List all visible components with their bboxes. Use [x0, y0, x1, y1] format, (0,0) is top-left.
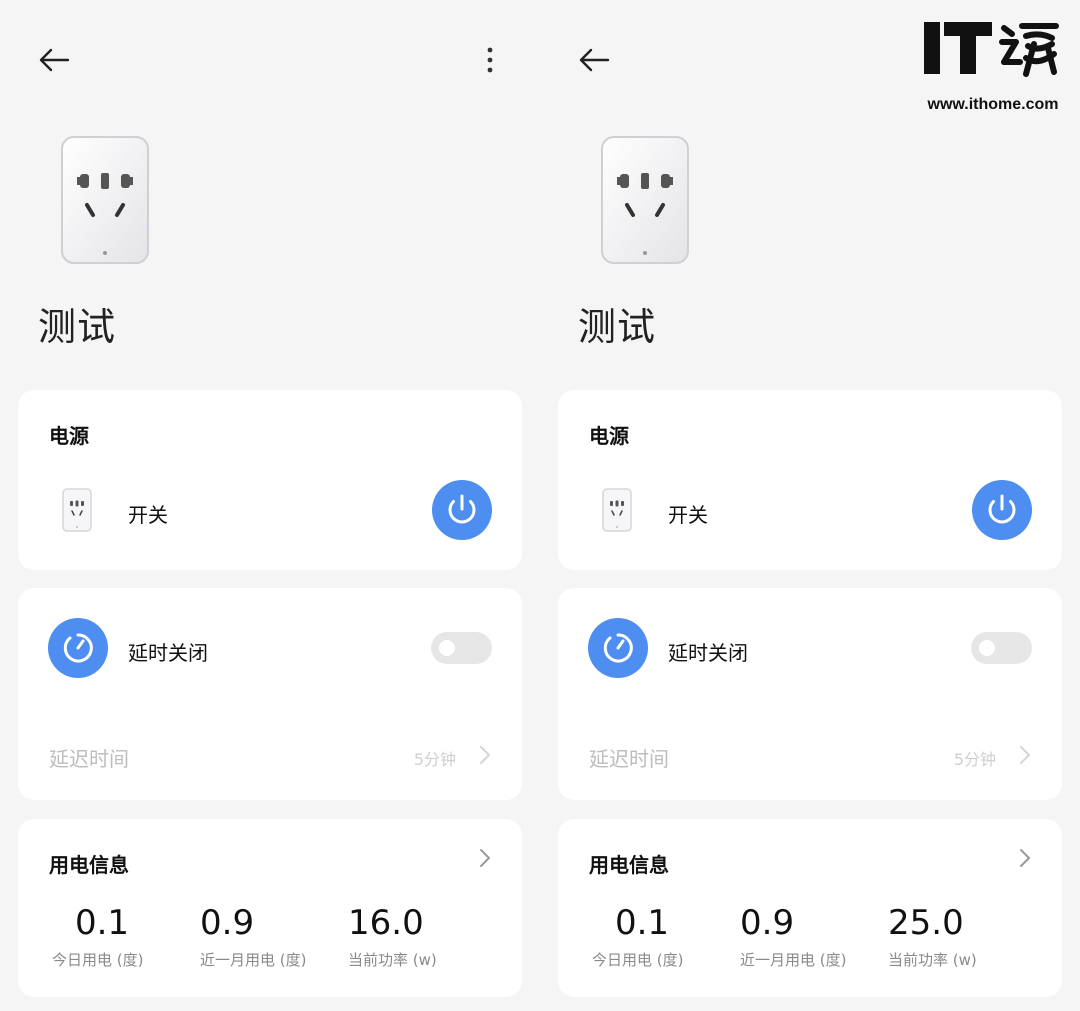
stat-month-usage: 0.9 近一月用电 (度) [740, 903, 860, 970]
switch-label: 开关 [128, 503, 168, 527]
usage-card-title: 用电信息 [589, 853, 669, 877]
stat-value: 0.9 [200, 903, 255, 943]
chevron-right-icon [1020, 849, 1030, 867]
device-name: 测试 [38, 305, 117, 349]
delay-time-value: 5分钟 [953, 750, 996, 769]
back-arrow-icon [39, 48, 70, 72]
power-usage-card[interactable]: 用电信息 0.1 今日用电 (度) 0.9 近一月用电 (度) 25.0 当前功… [558, 819, 1062, 997]
back-arrow-icon [579, 48, 610, 72]
switch-label: 开关 [668, 503, 708, 527]
chevron-right-icon [1020, 746, 1030, 764]
delay-off-card: 延时关闭 延迟时间 5分钟 [18, 588, 522, 800]
ithome-logo-icon [924, 22, 1059, 77]
ithome-watermark: www.ithome.com [918, 14, 1068, 113]
delay-time-value: 5分钟 [413, 750, 456, 769]
delay-time-label[interactable]: 延迟时间 [589, 743, 669, 772]
stat-label: 近一月用电 (度) [200, 951, 307, 969]
delay-time-chevron[interactable] [1018, 744, 1032, 766]
device-screen-right: 测试 电源 开关 延时关闭 延迟时间 5分钟 用电信息 0.1 今日用电 (度)… [540, 0, 1080, 1011]
timer-icon [588, 618, 648, 678]
delay-off-label: 延时关闭 [128, 641, 208, 665]
stat-label: 今日用电 (度) [52, 951, 144, 969]
smart-plug-image [60, 135, 150, 265]
stat-label: 当前功率 (w) [348, 951, 437, 969]
more-vertical-icon [487, 47, 493, 73]
power-card: 电源 开关 [18, 390, 522, 570]
smart-plug-icon [601, 136, 689, 264]
power-icon [448, 494, 476, 524]
delay-off-card: 延时关闭 延迟时间 5分钟 [558, 588, 1062, 800]
power-toggle-button[interactable] [432, 480, 492, 540]
stat-label: 今日用电 (度) [592, 951, 684, 969]
delay-off-label: 延时关闭 [668, 641, 748, 665]
chevron-right-icon [480, 746, 490, 764]
toggle-knob [439, 640, 455, 656]
switch-device-icon [602, 488, 632, 532]
stat-value: 0.1 [74, 903, 130, 943]
stat-today-usage: 0.1 今日用电 (度) [592, 903, 692, 970]
stat-value: 16.0 [348, 903, 424, 943]
more-options-button[interactable] [476, 40, 504, 80]
power-toggle-button[interactable] [972, 480, 1032, 540]
power-card-title: 电源 [589, 424, 629, 448]
stat-month-usage: 0.9 近一月用电 (度) [200, 903, 320, 970]
switch-device-icon [62, 488, 92, 532]
smart-plug-image [600, 135, 690, 265]
usage-chevron[interactable] [1018, 847, 1032, 869]
stat-current-power: 16.0 当前功率 (w) [348, 903, 458, 970]
power-usage-card[interactable]: 用电信息 0.1 今日用电 (度) 0.9 近一月用电 (度) 16.0 当前功… [18, 819, 522, 997]
device-name: 测试 [578, 305, 657, 349]
device-screen-left: 测试 电源 开关 延时关闭 延迟时间 5分钟 用电信息 0.1 今日用电 (度)… [0, 0, 540, 1011]
back-button[interactable] [574, 40, 614, 80]
timer-icon [48, 618, 108, 678]
delay-off-toggle[interactable] [971, 632, 1032, 664]
smart-plug-icon [61, 136, 149, 264]
watermark-url: www.ithome.com [927, 96, 1059, 113]
stat-today-usage: 0.1 今日用电 (度) [52, 903, 152, 970]
stat-current-power: 25.0 当前功率 (w) [888, 903, 998, 970]
stat-label: 当前功率 (w) [888, 951, 977, 969]
stat-value: 25.0 [888, 903, 964, 943]
delay-time-label[interactable]: 延迟时间 [49, 743, 129, 772]
chevron-right-icon [480, 849, 490, 867]
stat-label: 近一月用电 (度) [740, 951, 847, 969]
delay-time-chevron[interactable] [478, 744, 492, 766]
power-card: 电源 开关 [558, 390, 1062, 570]
power-card-title: 电源 [49, 424, 89, 448]
back-button[interactable] [34, 40, 74, 80]
usage-chevron[interactable] [478, 847, 492, 869]
usage-card-title: 用电信息 [49, 853, 129, 877]
stat-value: 0.9 [740, 903, 795, 943]
stat-value: 0.1 [614, 903, 670, 943]
delay-off-toggle[interactable] [431, 632, 492, 664]
toggle-knob [979, 640, 995, 656]
power-icon [988, 494, 1016, 524]
